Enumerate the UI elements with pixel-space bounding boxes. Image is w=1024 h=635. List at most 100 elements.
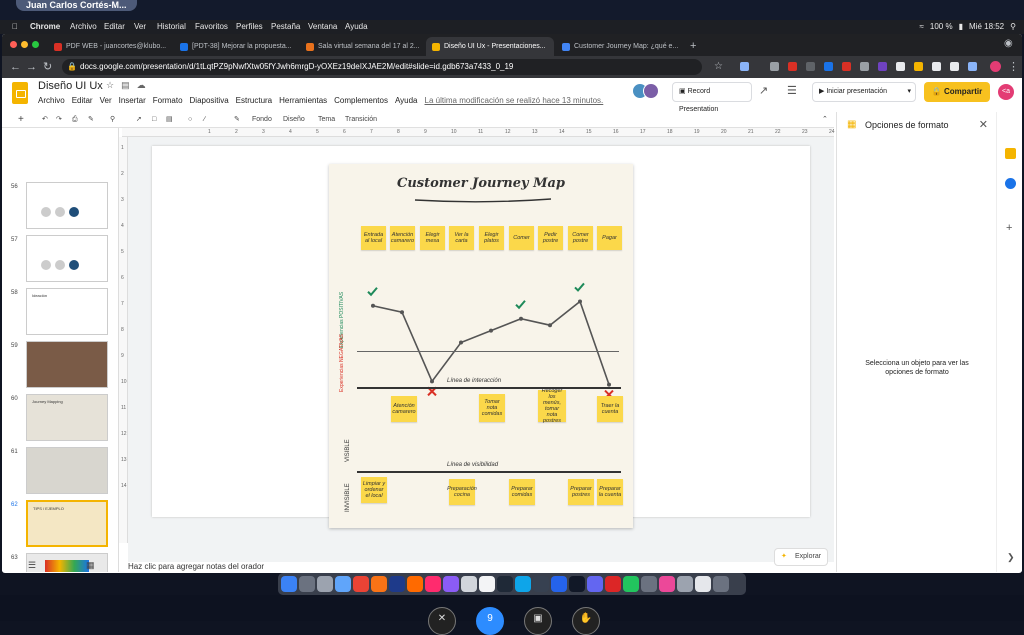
back-icon[interactable]: ← xyxy=(10,59,21,75)
menu-app-name[interactable]: Chrome xyxy=(30,20,60,34)
chrome-menu-icon[interactable]: ⋮ xyxy=(1008,59,1019,75)
slide-thumbnail-56[interactable]: 56 xyxy=(2,182,118,235)
reload-icon[interactable]: ↻ xyxy=(43,59,52,75)
mute-mic-icon[interactable]: ✕ xyxy=(428,607,456,635)
dock-app-icon[interactable] xyxy=(389,576,405,592)
dock-app-icon[interactable] xyxy=(605,576,621,592)
tema-button[interactable]: Tema xyxy=(318,112,335,128)
dock-app-icon[interactable] xyxy=(713,576,729,592)
shape-icon[interactable]: ○ xyxy=(188,112,192,128)
menu-item-herramientas[interactable]: Herramientas xyxy=(279,96,327,105)
menu-item-ver[interactable]: Ver xyxy=(100,96,112,105)
last-edit-link[interactable]: La última modificación se realizó hace 1… xyxy=(425,96,604,105)
menu-item-ayuda[interactable]: Ayuda xyxy=(395,96,418,105)
comment-add-icon[interactable]: ✎ xyxy=(234,112,240,128)
menu-favoritos[interactable]: Favoritos xyxy=(195,20,228,34)
move-folder-icon[interactable]: ▤ xyxy=(121,80,130,91)
spotlight-icon[interactable]: ⚲ xyxy=(1010,20,1016,34)
new-slide-icon[interactable]: + xyxy=(18,112,24,128)
select-cursor-icon[interactable]: ➚ xyxy=(136,112,142,128)
dock-app-icon[interactable] xyxy=(353,576,369,592)
dock-app-icon[interactable] xyxy=(569,576,585,592)
star-icon[interactable]: ☆ xyxy=(106,80,114,91)
collapse-toolbar-icon[interactable]: ⌃ xyxy=(822,112,828,128)
extension-icon[interactable] xyxy=(932,62,941,71)
slide-thumbnail-57[interactable]: 57 xyxy=(2,235,118,288)
explore-button[interactable]: ✦ Explorar xyxy=(774,548,828,566)
redo-icon[interactable]: ↷ xyxy=(56,112,62,128)
slide-thumbnail-58[interactable]: 58 Ideación xyxy=(2,288,118,341)
extension-icon[interactable] xyxy=(842,62,851,71)
bookmark-star-icon[interactable]: ☆ xyxy=(714,59,723,75)
menu-ayuda[interactable]: Ayuda xyxy=(345,20,368,34)
menu-item-editar[interactable]: Editar xyxy=(72,96,93,105)
menu-archivo[interactable]: Archivo xyxy=(70,20,97,34)
extension-icon[interactable] xyxy=(740,62,749,71)
menu-perfiles[interactable]: Perfiles xyxy=(236,20,263,34)
dock-app-icon[interactable] xyxy=(641,576,657,592)
clock[interactable]: Mié 18:52 xyxy=(969,20,1004,34)
dock-app-icon[interactable] xyxy=(425,576,441,592)
address-bar[interactable]: 🔒 docs.google.com/presentation/d/1tLqtPZ… xyxy=(62,59,702,75)
raise-hand-icon[interactable]: ✋ xyxy=(572,607,600,635)
slide-thumbnail-62[interactable]: 62 TIPS / EJEMPLO xyxy=(2,500,118,553)
cloud-status-icon[interactable]: ☁ xyxy=(137,80,146,91)
dock-app-icon[interactable] xyxy=(281,576,297,592)
forward-icon[interactable]: → xyxy=(26,59,37,75)
share-button[interactable]: 🔒 Compartir xyxy=(924,82,990,102)
close-window-button[interactable] xyxy=(10,41,17,48)
transicion-button[interactable]: Transición xyxy=(345,112,377,128)
dock-app-icon[interactable] xyxy=(335,576,351,592)
dock-app-icon[interactable] xyxy=(407,576,423,592)
dock-app-icon[interactable] xyxy=(317,576,333,592)
extension-icon[interactable] xyxy=(914,62,923,71)
puzzle-extensions-icon[interactable] xyxy=(950,62,959,71)
dock-app-icon[interactable] xyxy=(551,576,567,592)
dock-app-icon[interactable] xyxy=(479,576,495,592)
paint-format-icon[interactable]: ✎ xyxy=(88,112,94,128)
extension-icon[interactable] xyxy=(878,62,887,71)
extension-icon[interactable] xyxy=(860,62,869,71)
collapse-side-panel-icon[interactable]: ❯ xyxy=(1007,552,1015,563)
image-icon[interactable]: ▤ xyxy=(166,112,173,128)
menu-historial[interactable]: Historial xyxy=(157,20,186,34)
new-tab-button[interactable]: + xyxy=(684,37,704,56)
dock-app-icon[interactable] xyxy=(371,576,387,592)
menu-item-diapositiva[interactable]: Diapositiva xyxy=(190,96,229,105)
customer-journey-map-image[interactable]: Customer Journey Map Entrada al local Ate… xyxy=(329,164,633,528)
record-presentation-button[interactable]: ▣ Record Presentation xyxy=(672,82,752,113)
add-on-plus-icon[interactable]: + xyxy=(1006,222,1012,234)
close-icon[interactable]: ✕ xyxy=(979,118,988,131)
dock-app-icon[interactable] xyxy=(677,576,693,592)
tab-diseno-ui-ux[interactable]: Diseño UI Ux - Presentaciones... xyxy=(426,37,554,56)
menu-item-complementos[interactable]: Complementos xyxy=(334,96,388,105)
menu-ver[interactable]: Ver xyxy=(134,20,146,34)
grid-view-icon[interactable]: ▦ xyxy=(86,560,95,571)
comments-icon[interactable]: ☰ xyxy=(787,84,797,97)
dock-app-icon[interactable] xyxy=(515,576,531,592)
tab-pdf-web[interactable]: PDF WEB - juancortes@klubo... xyxy=(48,37,172,56)
slide-thumbnail-61[interactable]: 61 xyxy=(2,447,118,500)
slide-thumbnail-60[interactable]: 60 Journey Mapping xyxy=(2,394,118,447)
extension-icon[interactable] xyxy=(770,62,779,71)
menu-item-insertar[interactable]: Insertar xyxy=(119,96,146,105)
maximize-window-button[interactable] xyxy=(32,41,39,48)
menu-pestana[interactable]: Pestaña xyxy=(271,20,300,34)
tasks-icon[interactable] xyxy=(1005,178,1016,189)
dock-app-icon[interactable] xyxy=(443,576,459,592)
undo-icon[interactable]: ↶ xyxy=(42,112,48,128)
extension-icon[interactable] xyxy=(896,62,905,71)
diseno-button[interactable]: Diseño xyxy=(283,112,305,128)
print-icon[interactable]: ⎙ xyxy=(72,112,78,128)
tab-search-icon[interactable]: ◉ xyxy=(1004,36,1013,52)
menu-ventana[interactable]: Ventana xyxy=(308,20,337,34)
menu-editar[interactable]: Editar xyxy=(104,20,125,34)
dock-app-icon[interactable] xyxy=(623,576,639,592)
text-box-icon[interactable]: □ xyxy=(152,112,156,128)
battery-label[interactable]: 100 % xyxy=(930,20,953,34)
dock-app-icon[interactable] xyxy=(299,576,315,592)
slide-thumbnail-59[interactable]: 59 xyxy=(2,341,118,394)
dock-app-icon[interactable] xyxy=(587,576,603,592)
battery-icon[interactable]: ▮ xyxy=(959,20,963,34)
extension-icon[interactable] xyxy=(824,62,833,71)
